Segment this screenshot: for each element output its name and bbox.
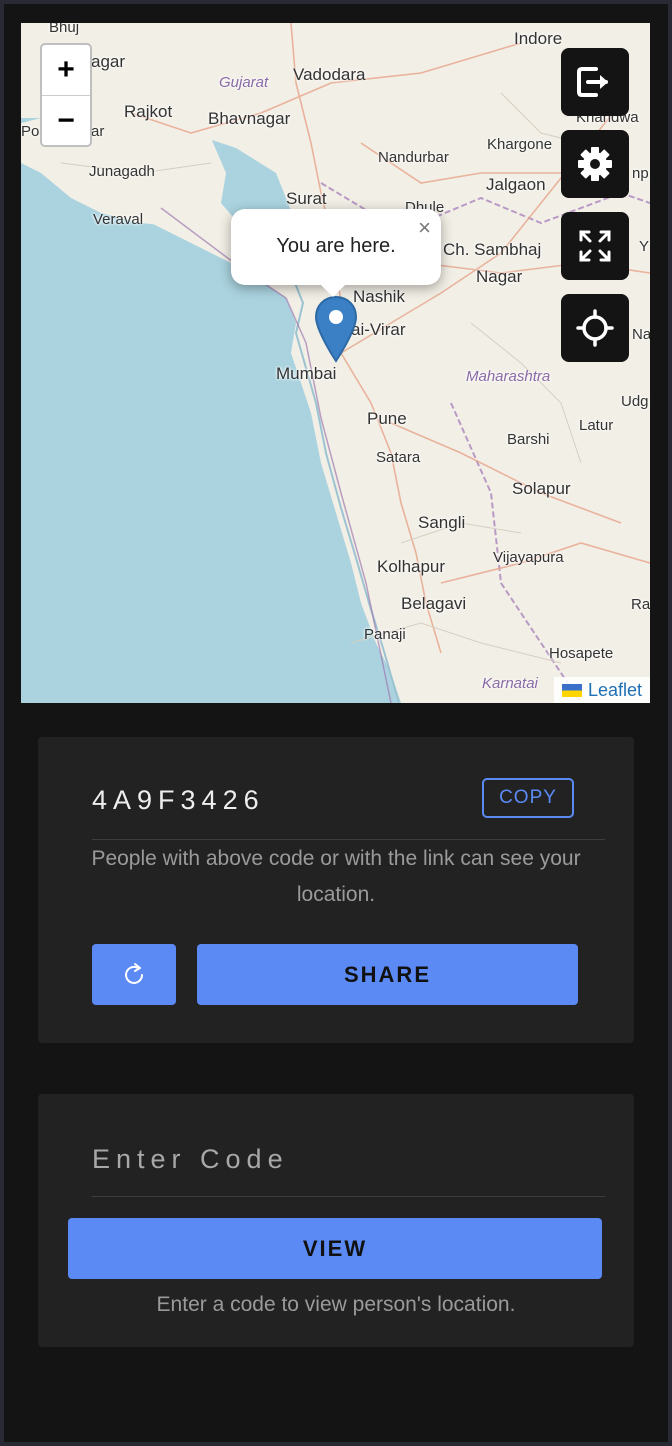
map-label: Hosapete bbox=[549, 645, 614, 662]
location-code: 4A9F3426 bbox=[92, 785, 265, 815]
map-label: Indore bbox=[514, 29, 563, 48]
popup-tip bbox=[319, 283, 347, 297]
settings-button[interactable] bbox=[561, 130, 629, 198]
map-label: Belagavi bbox=[401, 594, 467, 613]
copy-button[interactable]: COPY bbox=[482, 778, 574, 818]
map-label: Veraval bbox=[93, 211, 144, 228]
map-label: Kolhapur bbox=[377, 557, 446, 576]
locate-button[interactable] bbox=[561, 294, 629, 362]
map-label: Mumbai bbox=[276, 364, 337, 383]
ukraine-flag-icon bbox=[561, 683, 582, 697]
map[interactable]: Bhuj agar Vadodara Indore Gujarat Rajkot… bbox=[21, 23, 650, 703]
map-label: Maharashtra bbox=[466, 368, 551, 385]
map-label: Sangli bbox=[418, 513, 466, 532]
map-label: Nai bbox=[632, 326, 650, 343]
map-label: Jalgaon bbox=[486, 175, 546, 194]
map-label: Barshi bbox=[507, 431, 550, 448]
refresh-button[interactable] bbox=[92, 944, 176, 1005]
map-label: Rajkot bbox=[124, 102, 173, 121]
view-card: VIEW Enter a code to view person's locat… bbox=[38, 1094, 634, 1347]
map-label: Bhavnagar bbox=[208, 109, 291, 128]
divider bbox=[92, 839, 605, 840]
map-label: np bbox=[632, 165, 649, 182]
map-label: Nandurbar bbox=[378, 149, 449, 166]
crosshair-icon bbox=[576, 309, 614, 347]
map-label: Vijayapura bbox=[493, 549, 564, 566]
share-info-text: People with above code or with the link … bbox=[91, 847, 581, 906]
zoom-in-button[interactable]: + bbox=[42, 45, 90, 96]
map-label: Nagar bbox=[476, 267, 523, 286]
share-button[interactable]: SHARE bbox=[197, 944, 578, 1005]
location-marker-icon[interactable] bbox=[314, 295, 358, 363]
exit-button[interactable] bbox=[561, 48, 629, 116]
view-button[interactable]: VIEW bbox=[68, 1218, 602, 1279]
map-label: Ch. Sambhaj bbox=[443, 240, 542, 259]
zoom-control: + − bbox=[40, 43, 92, 147]
map-label: Bhuj bbox=[49, 23, 80, 36]
map-attribution: Leaflet bbox=[553, 677, 650, 703]
map-tiles bbox=[21, 23, 650, 703]
zoom-out-button[interactable]: − bbox=[42, 96, 90, 146]
map-label: Solapur bbox=[512, 479, 571, 498]
location-popup: You are here. × bbox=[231, 209, 441, 297]
refresh-icon bbox=[125, 962, 143, 984]
map-label: Panaji bbox=[364, 626, 406, 643]
app-container: Bhuj agar Vadodara Indore Gujarat Rajkot… bbox=[4, 4, 668, 1442]
map-label: Vadodara bbox=[293, 65, 366, 84]
divider bbox=[92, 1196, 605, 1197]
map-label: Ra bbox=[631, 596, 650, 613]
map-label: Pune bbox=[367, 409, 407, 428]
map-label: Y bbox=[639, 238, 650, 255]
share-card: 4A9F3426 COPY People with above code or … bbox=[38, 737, 634, 1043]
gear-icon bbox=[578, 147, 612, 181]
map-label: ar bbox=[91, 123, 105, 140]
popup-text: You are here. bbox=[276, 235, 396, 257]
map-label: Udg bbox=[621, 393, 649, 410]
view-info-text: Enter a code to view person's location. bbox=[156, 1293, 516, 1316]
exit-icon bbox=[577, 67, 608, 97]
map-label: Junagadh bbox=[89, 163, 155, 180]
map-label: Khargone bbox=[487, 136, 553, 153]
leaflet-link[interactable]: Leaflet bbox=[588, 680, 642, 701]
map-label: agar bbox=[91, 52, 126, 71]
map-label: ai-Virar bbox=[351, 320, 406, 339]
map-label: Gujarat bbox=[219, 74, 269, 91]
map-label: Satara bbox=[376, 449, 421, 466]
map-label: Nashik bbox=[353, 287, 405, 306]
map-label: Surat bbox=[286, 189, 327, 208]
map-label: Latur bbox=[579, 417, 614, 434]
fullscreen-icon bbox=[579, 230, 611, 262]
map-label: Karnatai bbox=[482, 675, 538, 692]
code-input[interactable] bbox=[92, 1134, 605, 1184]
map-label: Po bbox=[21, 123, 40, 140]
fullscreen-button[interactable] bbox=[561, 212, 629, 280]
popup-close-button[interactable]: × bbox=[418, 215, 431, 241]
